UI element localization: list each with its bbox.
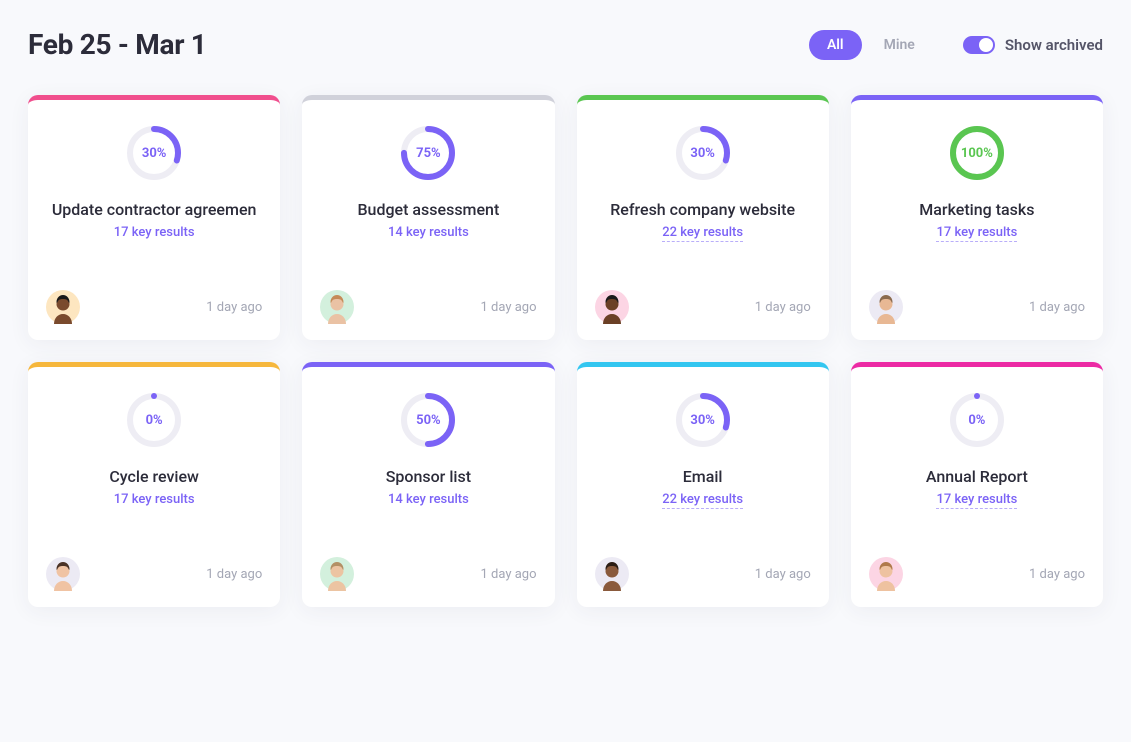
card-footer: 1 day ago xyxy=(595,557,811,591)
card-title: Cycle review xyxy=(46,467,262,486)
card-title: Email xyxy=(595,467,811,486)
card-title: Annual Report xyxy=(869,467,1085,486)
card-footer: 1 day ago xyxy=(869,557,1085,591)
page-title: Feb 25 - Mar 1 xyxy=(28,28,207,61)
card-grid: 30% Update contractor agreemen 17 key re… xyxy=(28,95,1103,607)
owner-avatar[interactable] xyxy=(869,557,903,591)
key-results-link[interactable]: 17 key results xyxy=(114,225,195,240)
objective-card[interactable]: 100% Marketing tasks 17 key results 1 da… xyxy=(851,95,1103,340)
progress-ring: 30% xyxy=(674,391,732,449)
card-title: Refresh company website xyxy=(595,200,811,219)
filter-mine[interactable]: Mine xyxy=(866,30,933,60)
progress-ring: 100% xyxy=(948,124,1006,182)
progress-ring: 75% xyxy=(399,124,457,182)
card-footer: 1 day ago xyxy=(869,290,1085,324)
card-footer: 1 day ago xyxy=(46,290,262,324)
objective-card[interactable]: 30% Refresh company website 22 key resul… xyxy=(577,95,829,340)
header: Feb 25 - Mar 1 All Mine Show archived xyxy=(28,28,1103,61)
key-results-link[interactable]: 17 key results xyxy=(936,492,1017,509)
key-results-link[interactable]: 14 key results xyxy=(388,225,469,240)
progress-value: 0% xyxy=(125,391,183,449)
key-results-link[interactable]: 17 key results xyxy=(114,492,195,507)
header-controls: All Mine Show archived xyxy=(809,30,1103,60)
objective-card[interactable]: 0% Annual Report 17 key results 1 day ag… xyxy=(851,362,1103,607)
card-footer: 1 day ago xyxy=(320,557,536,591)
archived-toggle[interactable] xyxy=(963,36,995,54)
objective-card[interactable]: 50% Sponsor list 14 key results 1 day ag… xyxy=(302,362,554,607)
owner-avatar[interactable] xyxy=(595,557,629,591)
archived-toggle-group: Show archived xyxy=(963,36,1103,54)
card-timestamp: 1 day ago xyxy=(481,567,537,582)
key-results-link[interactable]: 17 key results xyxy=(936,225,1017,242)
card-timestamp: 1 day ago xyxy=(206,567,262,582)
card-timestamp: 1 day ago xyxy=(481,300,537,315)
progress-value: 30% xyxy=(674,391,732,449)
card-timestamp: 1 day ago xyxy=(206,300,262,315)
objective-card[interactable]: 0% Cycle review 17 key results 1 day ago xyxy=(28,362,280,607)
progress-value: 30% xyxy=(674,124,732,182)
owner-avatar[interactable] xyxy=(869,290,903,324)
filter-all[interactable]: All xyxy=(809,30,862,60)
objective-card[interactable]: 30% Email 22 key results 1 day ago xyxy=(577,362,829,607)
filter-pills: All Mine xyxy=(809,30,933,60)
card-timestamp: 1 day ago xyxy=(1029,300,1085,315)
card-title: Sponsor list xyxy=(320,467,536,486)
progress-value: 30% xyxy=(125,124,183,182)
progress-value: 50% xyxy=(399,391,457,449)
owner-avatar[interactable] xyxy=(320,290,354,324)
card-footer: 1 day ago xyxy=(320,290,536,324)
key-results-link[interactable]: 14 key results xyxy=(388,492,469,507)
owner-avatar[interactable] xyxy=(595,290,629,324)
key-results-link[interactable]: 22 key results xyxy=(662,492,743,509)
progress-value: 0% xyxy=(948,391,1006,449)
owner-avatar[interactable] xyxy=(46,290,80,324)
card-title: Update contractor agreemen xyxy=(46,200,262,219)
owner-avatar[interactable] xyxy=(46,557,80,591)
progress-ring: 0% xyxy=(125,391,183,449)
progress-value: 75% xyxy=(399,124,457,182)
card-title: Budget assessment xyxy=(320,200,536,219)
progress-ring: 50% xyxy=(399,391,457,449)
card-footer: 1 day ago xyxy=(46,557,262,591)
progress-ring: 30% xyxy=(125,124,183,182)
progress-ring: 30% xyxy=(674,124,732,182)
progress-ring: 0% xyxy=(948,391,1006,449)
progress-value: 100% xyxy=(948,124,1006,182)
archived-toggle-label: Show archived xyxy=(1005,36,1103,54)
key-results-link[interactable]: 22 key results xyxy=(662,225,743,242)
card-footer: 1 day ago xyxy=(595,290,811,324)
card-timestamp: 1 day ago xyxy=(1029,567,1085,582)
card-timestamp: 1 day ago xyxy=(755,567,811,582)
owner-avatar[interactable] xyxy=(320,557,354,591)
objective-card[interactable]: 30% Update contractor agreemen 17 key re… xyxy=(28,95,280,340)
card-title: Marketing tasks xyxy=(869,200,1085,219)
card-timestamp: 1 day ago xyxy=(755,300,811,315)
objective-card[interactable]: 75% Budget assessment 14 key results 1 d… xyxy=(302,95,554,340)
